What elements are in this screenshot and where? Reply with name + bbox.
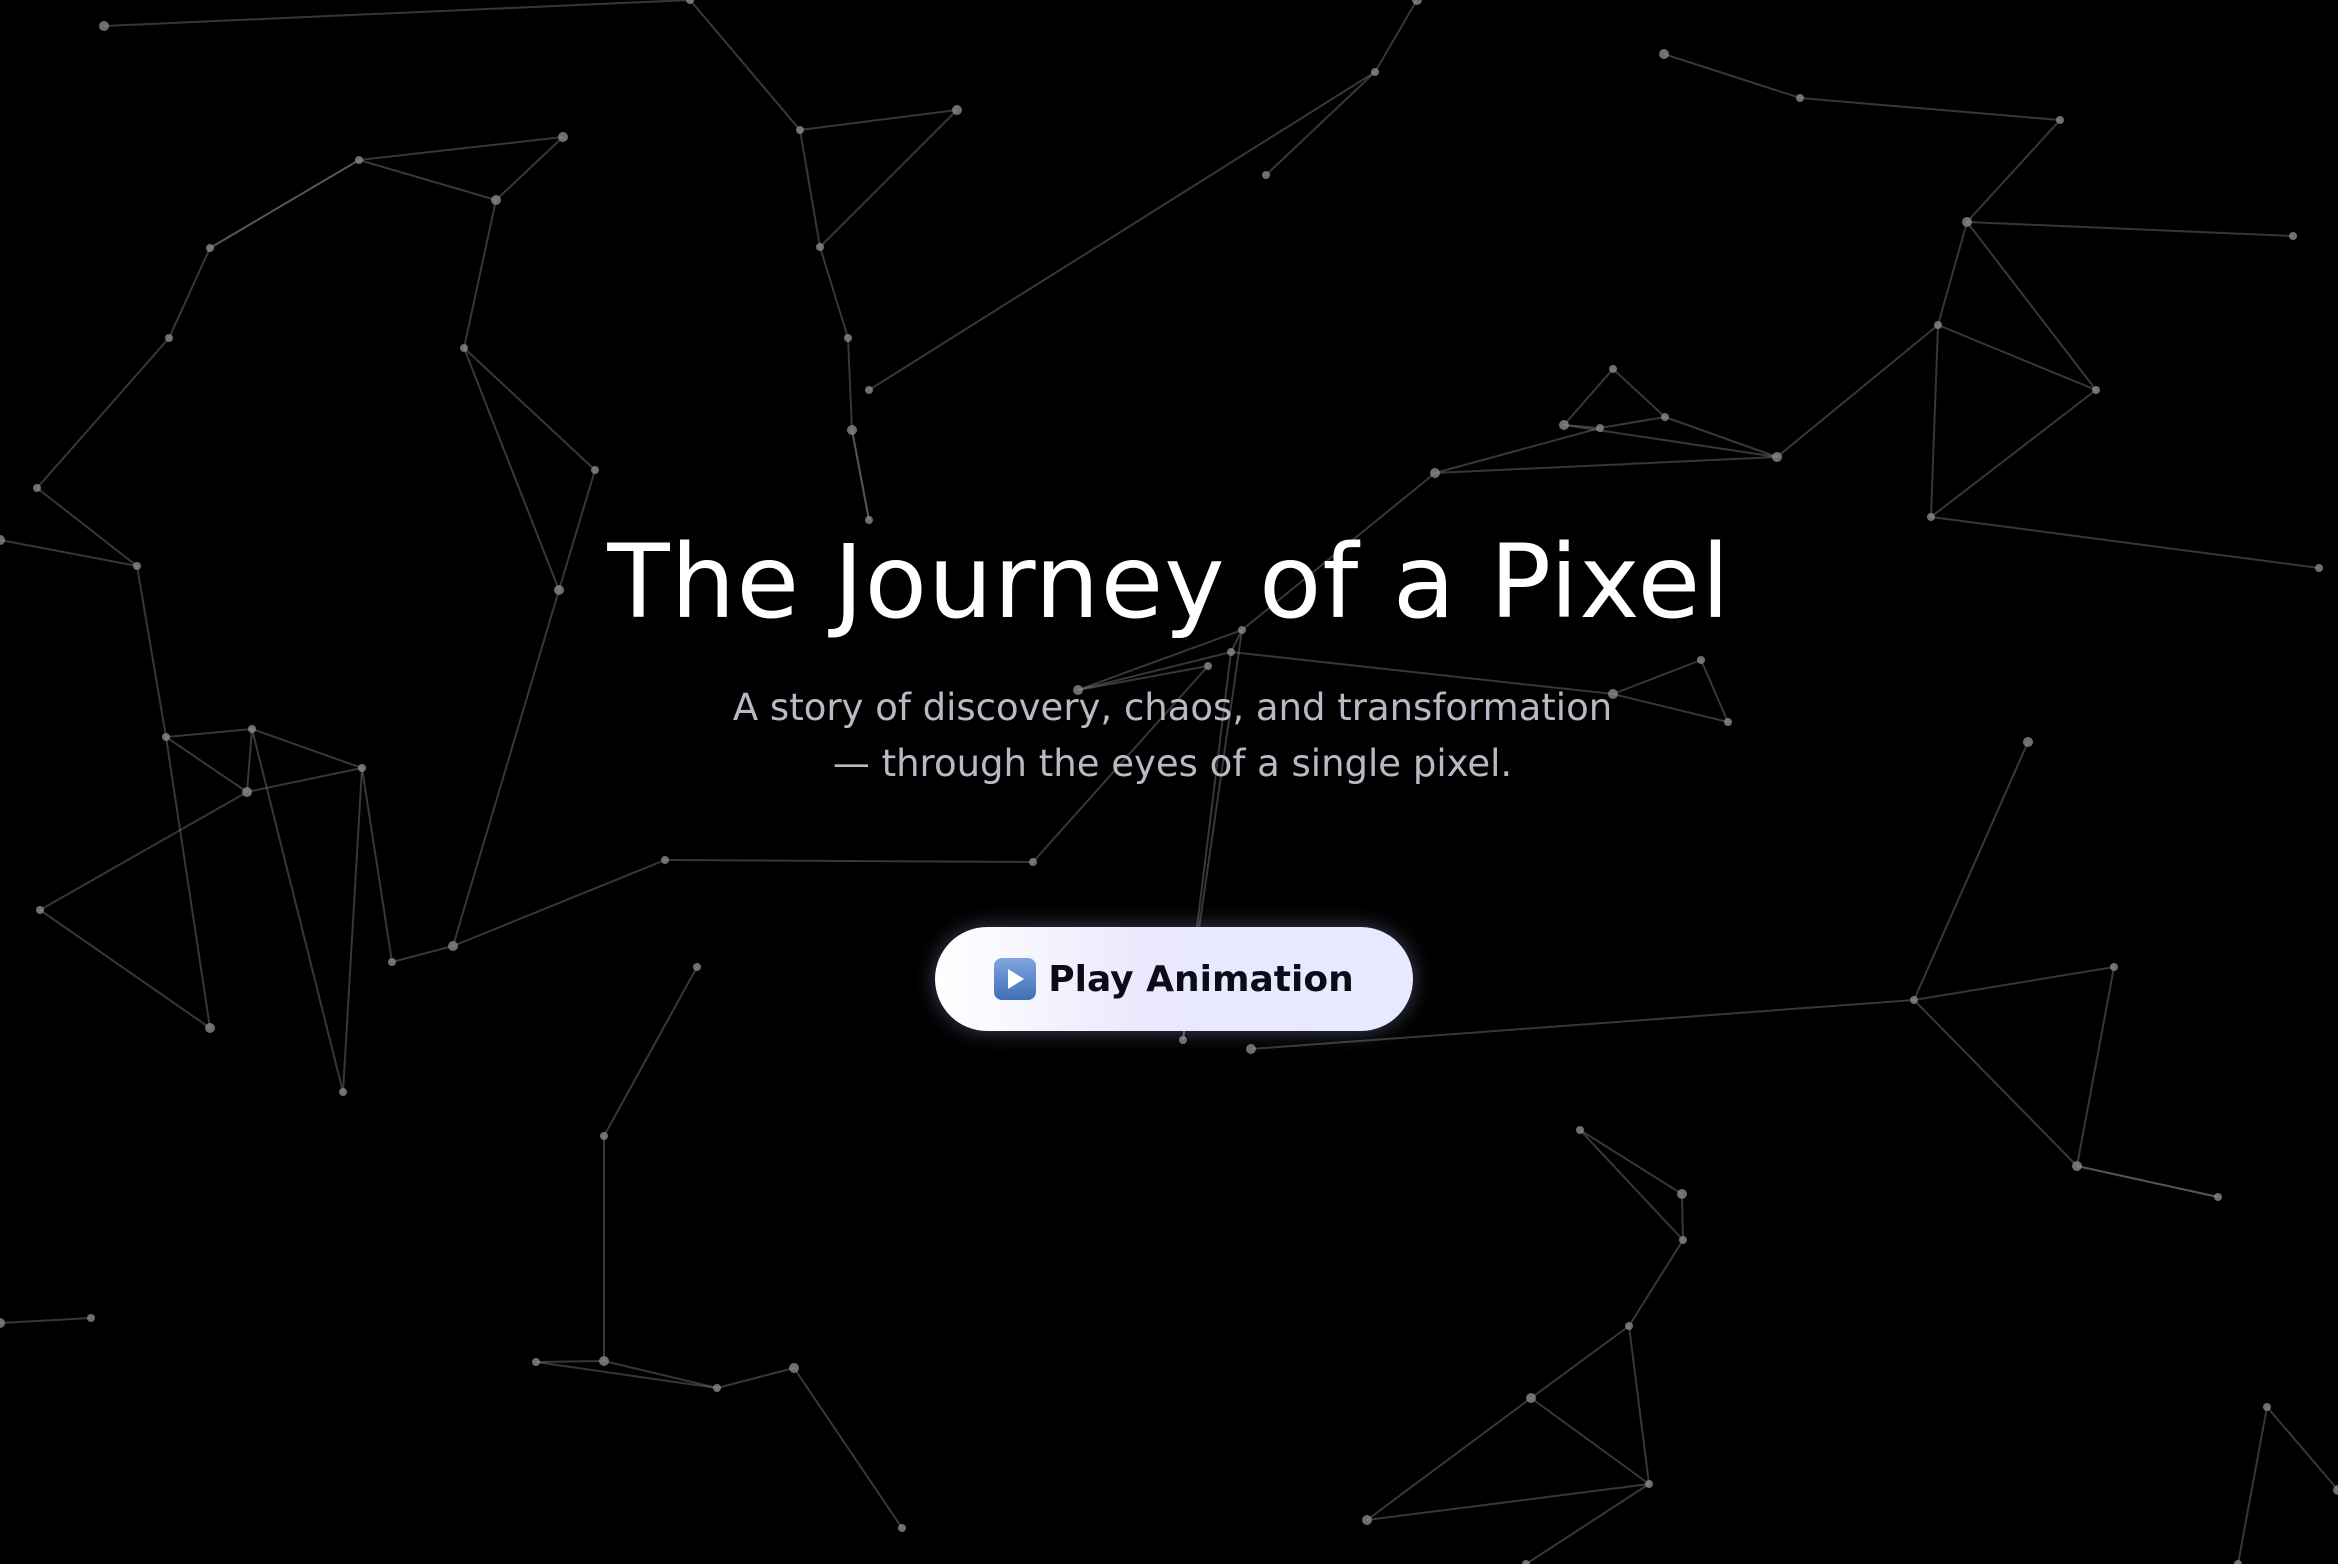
page-title: The Journey of a Pixel bbox=[607, 523, 1731, 642]
play-animation-button[interactable]: Play Animation bbox=[935, 927, 1413, 1031]
hero-section: The Journey of a Pixel A story of discov… bbox=[0, 0, 2338, 1564]
play-button-label: Play Animation bbox=[1048, 958, 1354, 1000]
play-icon bbox=[994, 958, 1037, 1000]
hero-subtitle: A story of discovery, chaos, and transfo… bbox=[732, 686, 1613, 785]
